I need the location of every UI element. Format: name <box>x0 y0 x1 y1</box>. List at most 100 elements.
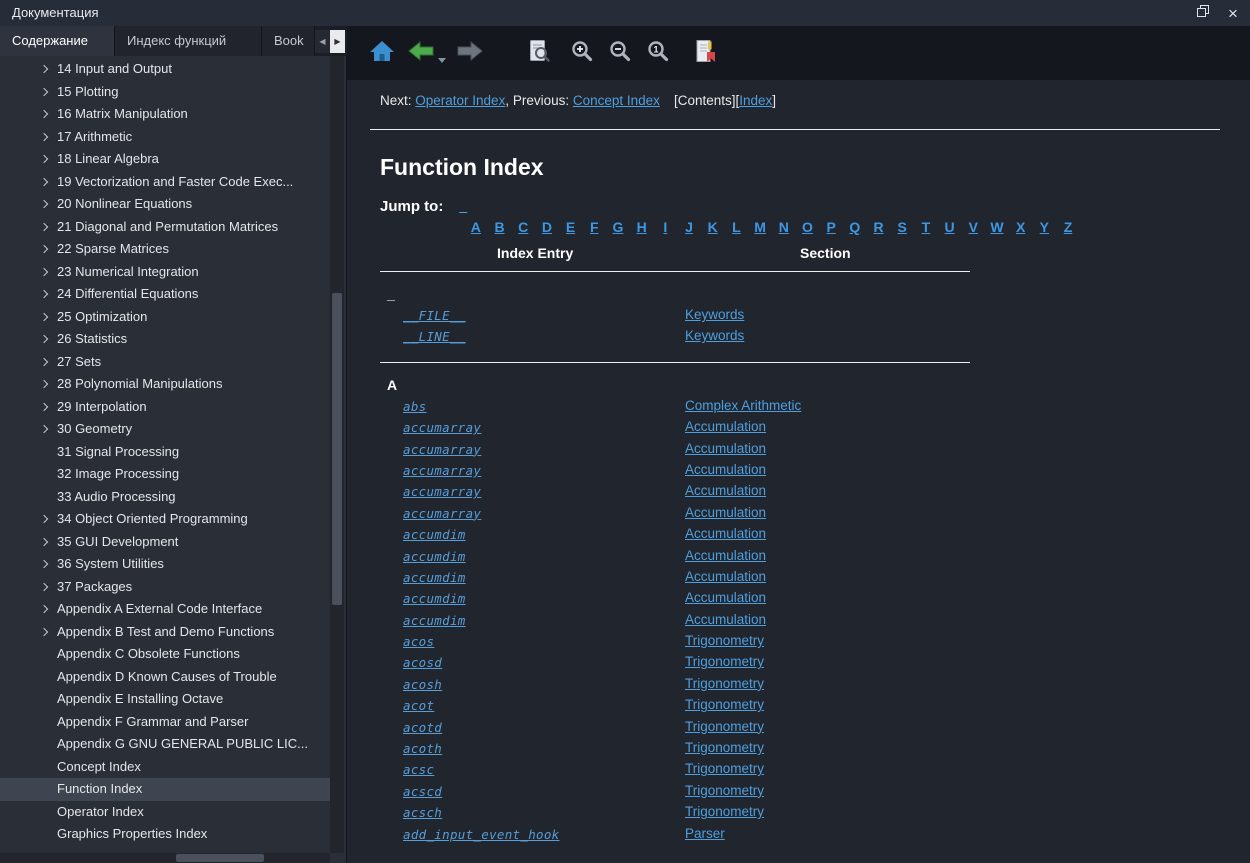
function-link[interactable]: acosd <box>403 655 442 670</box>
sidebar-item[interactable]: 37 Packages <box>0 576 330 599</box>
jump-letter-F[interactable]: F <box>582 219 606 235</box>
sidebar-item[interactable]: 15 Plotting <box>0 81 330 104</box>
jump-letter-H[interactable]: H <box>630 219 654 235</box>
section-link[interactable]: Trigonometry <box>685 676 764 691</box>
section-link[interactable]: Parser <box>685 826 725 841</box>
jump-letter-D[interactable]: D <box>535 219 559 235</box>
sidebar-vertical-scrollbar[interactable] <box>330 56 344 853</box>
chevron-right-icon[interactable] <box>40 110 48 118</box>
chevron-right-icon[interactable] <box>40 357 48 365</box>
bookmark-button[interactable] <box>694 39 718 68</box>
sidebar-item[interactable]: 23 Numerical Integration <box>0 261 330 284</box>
sidebar-item[interactable]: 32 Image Processing <box>0 463 330 486</box>
nav-next-link[interactable]: Operator Index <box>415 93 505 108</box>
sidebar-item[interactable]: Operator Index <box>0 801 330 824</box>
sidebar-item[interactable]: Function Index <box>0 778 330 801</box>
chevron-right-icon[interactable] <box>40 177 48 185</box>
search-document-button[interactable] <box>528 39 550 68</box>
section-link[interactable]: Trigonometry <box>685 654 764 669</box>
jump-letter-W[interactable]: W <box>985 219 1009 235</box>
chevron-right-icon[interactable] <box>40 582 48 590</box>
function-link[interactable]: accumdim <box>403 549 466 564</box>
chevron-right-icon[interactable] <box>40 87 48 95</box>
function-link[interactable]: __FILE__ <box>403 308 466 323</box>
jump-letter-G[interactable]: G <box>606 219 630 235</box>
chevron-right-icon[interactable] <box>40 605 48 613</box>
home-button[interactable] <box>369 39 395 68</box>
section-link[interactable]: Trigonometry <box>685 633 764 648</box>
function-link[interactable]: abs <box>403 399 426 414</box>
function-link[interactable]: acos <box>403 634 434 649</box>
function-link[interactable]: accumarray <box>403 420 481 435</box>
jump-letter-K[interactable]: K <box>701 219 725 235</box>
jump-letter-S[interactable]: S <box>890 219 914 235</box>
close-button[interactable]: × <box>1218 0 1248 26</box>
jump-letter-V[interactable]: V <box>961 219 985 235</box>
sidebar-item[interactable]: Appendix B Test and Demo Functions <box>0 621 330 644</box>
sidebar-item[interactable]: 21 Diagonal and Permutation Matrices <box>0 216 330 239</box>
chevron-right-icon[interactable] <box>40 560 48 568</box>
sidebar-item[interactable]: 34 Object Oriented Programming <box>0 508 330 531</box>
section-link[interactable]: Accumulation <box>685 505 766 520</box>
function-link[interactable]: accumdim <box>403 591 466 606</box>
jump-letter-Q[interactable]: Q <box>843 219 867 235</box>
sidebar-item[interactable]: 26 Statistics <box>0 328 330 351</box>
function-link[interactable]: accumarray <box>403 463 481 478</box>
jump-letter-Y[interactable]: Y <box>1033 219 1057 235</box>
jump-letter-M[interactable]: M <box>748 219 772 235</box>
back-button[interactable] <box>407 40 435 67</box>
chevron-right-icon[interactable] <box>40 65 48 73</box>
section-link[interactable]: Accumulation <box>685 612 766 627</box>
section-link[interactable]: Keywords <box>685 328 744 343</box>
jump-letter-N[interactable]: N <box>772 219 796 235</box>
restore-button[interactable] <box>1188 0 1218 26</box>
function-link[interactable]: accumarray <box>403 442 481 457</box>
function-link[interactable]: acot <box>403 698 434 713</box>
section-link[interactable]: Trigonometry <box>685 783 764 798</box>
section-link[interactable]: Trigonometry <box>685 697 764 712</box>
sidebar-horizontal-scrollbar-thumb[interactable] <box>176 854 264 862</box>
function-link[interactable]: acoth <box>403 741 442 756</box>
section-link[interactable]: Accumulation <box>685 462 766 477</box>
chevron-right-icon[interactable] <box>40 290 48 298</box>
sidebar-horizontal-scrollbar[interactable] <box>0 853 330 863</box>
jump-letter-Z[interactable]: Z <box>1056 219 1080 235</box>
jump-letter-J[interactable]: J <box>677 219 701 235</box>
chevron-right-icon[interactable] <box>40 425 48 433</box>
zoom-original-button[interactable]: 1 <box>646 39 670 68</box>
chevron-right-icon[interactable] <box>40 267 48 275</box>
sidebar-item[interactable]: Appendix F Grammar and Parser <box>0 711 330 734</box>
section-link[interactable]: Trigonometry <box>685 804 764 819</box>
forward-button[interactable] <box>456 40 484 67</box>
jump-letter-O[interactable]: O <box>796 219 820 235</box>
chevron-right-icon[interactable] <box>40 155 48 163</box>
function-link[interactable]: acotd <box>403 720 442 735</box>
sidebar-item[interactable]: 20 Nonlinear Equations <box>0 193 330 216</box>
function-link[interactable]: add_input_event_hook <box>403 827 560 842</box>
sidebar-item[interactable]: 36 System Utilities <box>0 553 330 576</box>
sidebar-item[interactable]: 28 Polynomial Manipulations <box>0 373 330 396</box>
back-history-dropdown-icon[interactable] <box>438 58 446 63</box>
sidebar-item[interactable]: 27 Sets <box>0 351 330 374</box>
sidebar-item[interactable]: 18 Linear Algebra <box>0 148 330 171</box>
function-link[interactable]: accumdim <box>403 613 466 628</box>
sidebar-item[interactable]: Appendix C Obsolete Functions <box>0 643 330 666</box>
function-link[interactable]: __LINE__ <box>403 329 466 344</box>
section-link[interactable]: Accumulation <box>685 590 766 605</box>
chevron-right-icon[interactable] <box>40 515 48 523</box>
nav-index-link[interactable]: Index <box>739 93 772 108</box>
section-link[interactable]: Accumulation <box>685 419 766 434</box>
tab-scroll-left-button[interactable]: ◀ <box>315 30 330 53</box>
function-link[interactable]: accumdim <box>403 570 466 585</box>
jump-letter-U[interactable]: U <box>938 219 962 235</box>
jump-letter-E[interactable]: E <box>559 219 583 235</box>
sidebar-item[interactable]: 31 Signal Processing <box>0 441 330 464</box>
section-link[interactable]: Trigonometry <box>685 719 764 734</box>
sidebar-item[interactable]: Concept Index <box>0 756 330 779</box>
chevron-right-icon[interactable] <box>40 380 48 388</box>
sidebar-item[interactable]: Graphics Properties Index <box>0 823 330 846</box>
sidebar-item[interactable]: 22 Sparse Matrices <box>0 238 330 261</box>
sidebar-vertical-scrollbar-thumb[interactable] <box>332 293 342 605</box>
section-link[interactable]: Keywords <box>685 307 744 322</box>
chevron-right-icon[interactable] <box>40 627 48 635</box>
